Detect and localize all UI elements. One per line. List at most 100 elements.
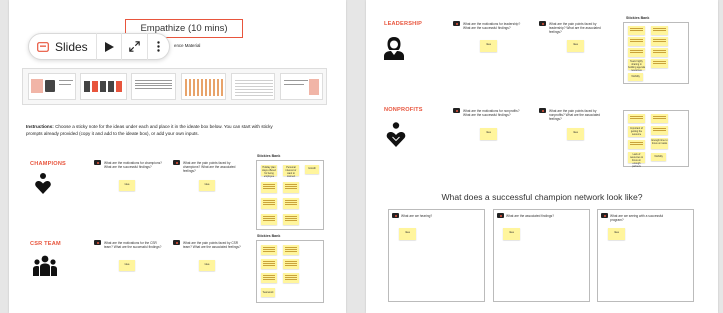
play-button[interactable] <box>95 33 122 60</box>
slide-thumbnail[interactable] <box>280 73 323 100</box>
leadership-question-2: What are the pain points faced by leader… <box>549 22 601 34</box>
question-icon <box>392 213 399 218</box>
bank-sticky[interactable] <box>628 140 645 149</box>
bank-sticky[interactable]: Teamwork <box>261 288 275 297</box>
idea-sticky[interactable]: Idea <box>567 40 584 52</box>
slide-thumbnail[interactable] <box>28 73 76 100</box>
team-icon <box>32 255 58 282</box>
nonprofits-question-2: What are the pain points faced by nonpro… <box>549 109 601 121</box>
bank-sticky[interactable] <box>283 259 299 269</box>
bank-sticky[interactable] <box>651 126 668 135</box>
idea-sticky[interactable]: Idea <box>480 128 497 140</box>
bank-sticky[interactable]: Enough time to focus on tasks <box>651 138 668 149</box>
bank-sticky[interactable]: Visibility <box>651 153 666 161</box>
question-heading: What does a successful champion network … <box>441 192 643 202</box>
idea-sticky[interactable]: Idea <box>199 260 215 271</box>
bank-sticky[interactable]: Growth <box>305 165 319 174</box>
bank-sticky[interactable] <box>651 48 668 57</box>
stickies-bank: Important of getting the resource Enough… <box>623 110 689 168</box>
bank-sticky[interactable] <box>628 114 645 123</box>
bank-sticky[interactable] <box>261 273 277 283</box>
bank-sticky[interactable] <box>261 245 277 255</box>
stickies-bank: Teamwork <box>256 240 324 303</box>
bank-sticky[interactable] <box>628 37 645 46</box>
question-icon <box>94 240 101 245</box>
idea-sticky[interactable]: Idea <box>199 180 215 191</box>
bank-sticky[interactable] <box>283 273 299 283</box>
expand-button[interactable] <box>121 33 147 60</box>
bank-sticky[interactable]: Important of getting the resource <box>628 126 645 137</box>
stickies-bank-title: Stickies Bank <box>257 234 281 238</box>
idea-sticky[interactable]: Idea <box>567 128 584 140</box>
question-icon <box>539 108 546 113</box>
nonprofits-title: NONPROFITS <box>384 107 423 113</box>
bank-sticky[interactable] <box>283 198 299 209</box>
idea-sticky[interactable]: Idea <box>119 260 135 271</box>
bank-sticky[interactable] <box>261 259 277 269</box>
bank-sticky[interactable] <box>261 198 277 209</box>
question-icon <box>497 213 504 218</box>
stickies-bank-title: Stickies Bank <box>626 16 650 20</box>
bank-sticky[interactable] <box>651 37 668 46</box>
bank-sticky[interactable] <box>283 214 299 225</box>
idea-sticky[interactable]: Idea <box>503 228 520 240</box>
slide-thumbnail[interactable] <box>131 73 176 100</box>
champions-title: CHAMPIONS <box>30 161 66 167</box>
slides-icon <box>37 41 49 52</box>
bank-sticky[interactable] <box>283 245 299 255</box>
nonprofits-question-1: What are the motivations for nonprofits?… <box>463 109 520 117</box>
question-icon <box>539 21 546 26</box>
slide-thumbnail[interactable] <box>231 73 275 100</box>
bank-sticky[interactable]: Personal interest or want to connect <box>283 165 299 178</box>
expand-icon <box>129 41 140 52</box>
instructions-label: Instructions: <box>26 124 54 129</box>
answer-box: What are we seeing with a successful pro… <box>597 209 694 302</box>
csr-question-2: What are the pain points faced by CSR te… <box>183 241 241 249</box>
idea-sticky[interactable]: Idea <box>608 228 625 240</box>
idea-sticky[interactable]: Idea <box>399 228 416 240</box>
question-icon <box>173 240 180 245</box>
question-icon <box>453 21 460 26</box>
instructions-body: Choose a sticky note for the ideas under… <box>26 124 273 136</box>
question-icon <box>94 160 101 165</box>
slides-toolbar: Slides <box>28 33 170 60</box>
answer-box: What are we hearing? Idea <box>388 209 485 302</box>
answer-box-label: What are we hearing? <box>401 214 433 218</box>
bank-sticky[interactable] <box>628 48 645 57</box>
bank-sticky[interactable] <box>651 26 668 35</box>
bank-sticky[interactable] <box>651 59 668 68</box>
instructions-text: Instructions: Choose a sticky note for t… <box>26 124 276 137</box>
idea-sticky[interactable]: Idea <box>480 40 497 52</box>
more-button[interactable] <box>147 33 169 60</box>
idea-sticky[interactable]: Idea <box>119 180 135 191</box>
slides-label: Slides <box>55 39 88 54</box>
more-vertical-icon <box>157 41 160 52</box>
question-icon <box>601 213 608 218</box>
champions-question-2: What are the pain points faced by champi… <box>183 161 236 173</box>
bank-sticky[interactable] <box>283 182 299 193</box>
heart-person-icon <box>35 173 51 200</box>
bank-sticky[interactable] <box>628 26 645 35</box>
bank-sticky[interactable]: Lack of resources to focus on enough par… <box>628 152 645 168</box>
play-icon <box>104 41 114 52</box>
slide-thumbnail[interactable] <box>181 73 226 100</box>
question-icon <box>453 108 460 113</box>
answer-box-label: What are we seeing with a successful pro… <box>610 214 664 222</box>
answer-box-label: What are the associated findings? <box>506 214 555 218</box>
answer-box: What are the associated findings? Idea <box>493 209 590 302</box>
slides-button[interactable]: Slides <box>37 33 96 60</box>
leadership-question-1: What are the motivations for leadership?… <box>463 22 521 30</box>
bank-sticky[interactable] <box>261 214 277 225</box>
csr-question-1: What are the motivations for the CSR tea… <box>104 241 162 249</box>
bank-sticky[interactable]: Team highly sharing in building agenda r… <box>628 59 645 72</box>
slide-thumbnail[interactable] <box>80 73 127 100</box>
leadership-title: LEADERSHIP <box>384 21 423 27</box>
leader-person-icon <box>383 36 405 66</box>
champions-question-1: What are the motivations for champions? … <box>104 161 162 169</box>
stickies-bank-title: Stickies Bank <box>257 154 281 158</box>
bank-sticky[interactable]: Visibility <box>628 73 643 81</box>
hand-heart-icon <box>386 122 406 153</box>
bank-sticky[interactable]: Holiday plan stays offered for being emp… <box>261 165 277 178</box>
bank-sticky[interactable] <box>651 114 668 123</box>
bank-sticky[interactable] <box>261 182 277 193</box>
